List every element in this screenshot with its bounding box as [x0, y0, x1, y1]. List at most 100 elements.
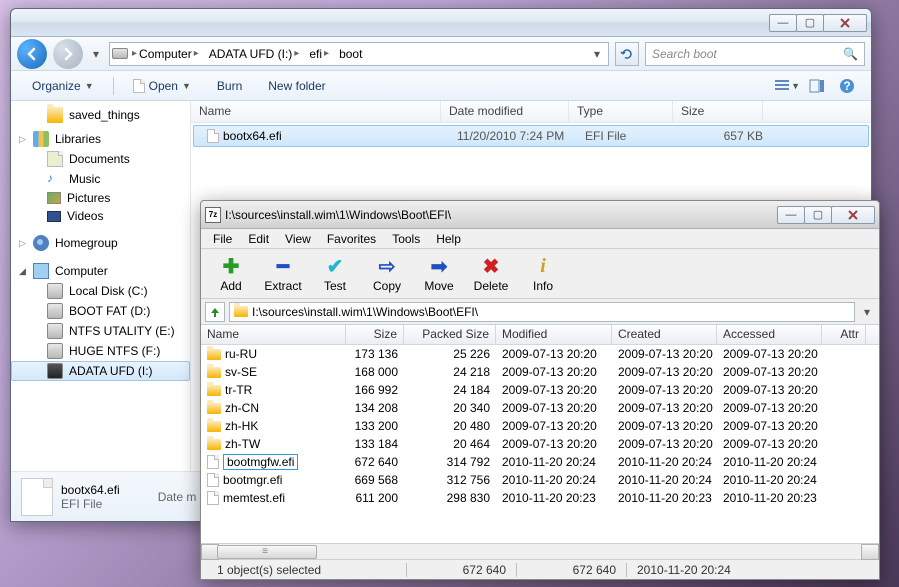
nav-item-music[interactable]: ♪Music — [11, 169, 190, 189]
row-modified: 2009-07-13 20:20 — [496, 436, 612, 452]
sevenzip-file-list[interactable]: Name Size Packed Size Modified Created A… — [201, 325, 879, 543]
sevenzip-row[interactable]: bootmgfw.efi672 640314 7922010-11-20 20:… — [201, 453, 879, 471]
sevenzip-row[interactable]: tr-TR166 99224 1842009-07-13 20:202009-0… — [201, 381, 879, 399]
back-button[interactable] — [17, 39, 47, 69]
help-button[interactable]: ? — [833, 75, 861, 97]
organize-button[interactable]: Organize ▼ — [21, 75, 105, 97]
breadcrumb-drive[interactable]: ADATA UFD (I:)▸ — [205, 45, 306, 63]
move-button[interactable]: ➡Move — [415, 254, 463, 293]
address-bar[interactable]: ▸Computer▸ ADATA UFD (I:)▸ efi▸ boot ▾ — [109, 42, 609, 66]
col-name[interactable]: Name — [201, 325, 346, 344]
row-size: 133 200 — [346, 418, 404, 434]
nav-history-dropdown[interactable]: ▾ — [89, 47, 103, 61]
row-created: 2009-07-13 20:20 — [612, 364, 717, 380]
menu-view[interactable]: View — [277, 230, 319, 248]
menu-tools[interactable]: Tools — [384, 230, 428, 248]
window-title: I:\sources\install.wim\1\Windows\Boot\EF… — [225, 208, 778, 222]
nav-item-drive-d[interactable]: BOOT FAT (D:) — [11, 301, 190, 321]
col-attr[interactable]: Attr — [822, 325, 866, 344]
nav-item-drive-f[interactable]: HUGE NTFS (F:) — [11, 341, 190, 361]
scrollbar-thumb[interactable] — [217, 545, 317, 559]
col-created[interactable]: Created — [612, 325, 717, 344]
nav-item-saved-things[interactable]: saved_things — [11, 105, 190, 125]
address-dropdown[interactable]: ▾ — [588, 47, 606, 61]
row-created: 2010-11-20 20:24 — [612, 454, 717, 470]
test-button[interactable]: ✔Test — [311, 254, 359, 293]
nav-item-pictures[interactable]: Pictures — [11, 189, 190, 207]
nav-item-drive-e[interactable]: NTFS UTALITY (E:) — [11, 321, 190, 341]
minimize-button[interactable]: — — [777, 206, 805, 224]
row-name: bootmgr.efi — [223, 473, 282, 487]
nav-item-homegroup[interactable]: Homegroup — [11, 233, 190, 253]
path-dropdown[interactable]: ▾ — [859, 305, 875, 319]
delete-button[interactable]: ✖Delete — [467, 254, 515, 293]
col-packed[interactable]: Packed Size — [404, 325, 496, 344]
drive-icon — [112, 48, 128, 59]
menu-favorites[interactable]: Favorites — [319, 230, 384, 248]
libraries-icon — [33, 131, 49, 147]
sevenzip-icon: 7z — [205, 207, 221, 223]
breadcrumb-computer[interactable]: ▸Computer▸ — [128, 45, 205, 63]
col-accessed[interactable]: Accessed — [717, 325, 822, 344]
nav-item-computer[interactable]: Computer — [11, 261, 190, 281]
breadcrumb-efi[interactable]: efi▸ — [305, 45, 335, 63]
up-button[interactable] — [205, 302, 225, 322]
path-text: I:\sources\install.wim\1\Windows\Boot\EF… — [252, 305, 478, 319]
nav-pane[interactable]: saved_things Libraries Documents ♪Music … — [11, 101, 191, 471]
add-button[interactable]: ✚Add — [207, 254, 255, 293]
sevenzip-row[interactable]: bootmgr.efi669 568312 7562010-11-20 20:2… — [201, 471, 879, 489]
open-button[interactable]: Open ▼ — [122, 75, 202, 97]
menu-edit[interactable]: Edit — [240, 230, 277, 248]
new-folder-button[interactable]: New folder — [257, 75, 336, 97]
col-date[interactable]: Date modified — [441, 101, 569, 122]
view-button[interactable]: ▼ — [773, 75, 801, 97]
sevenzip-titlebar[interactable]: 7z I:\sources\install.wim\1\Windows\Boot… — [201, 201, 879, 229]
row-accessed: 2009-07-13 20:20 — [717, 346, 822, 362]
nav-item-videos[interactable]: Videos — [11, 207, 190, 225]
status-date: 2010-11-20 20:24 — [627, 563, 741, 577]
sevenzip-path-input[interactable]: I:\sources\install.wim\1\Windows\Boot\EF… — [229, 302, 855, 322]
col-size[interactable]: Size — [346, 325, 404, 344]
explorer-titlebar[interactable]: — ▢ — [11, 9, 871, 37]
nav-item-libraries[interactable]: Libraries — [11, 129, 190, 149]
sevenzip-row[interactable]: zh-CN134 20820 3402009-07-13 20:202009-0… — [201, 399, 879, 417]
row-name: zh-TW — [225, 437, 260, 451]
breadcrumb-boot[interactable]: boot — [335, 45, 368, 63]
sevenzip-row[interactable]: memtest.efi611 200298 8302010-11-20 20:2… — [201, 489, 879, 507]
row-packed: 24 184 — [404, 382, 496, 398]
file-list[interactable]: bootx64.efi 11/20/2010 7:24 PM EFI File … — [191, 123, 871, 149]
close-button[interactable] — [831, 206, 875, 224]
drive-icon — [47, 303, 63, 319]
menu-help[interactable]: Help — [428, 230, 469, 248]
refresh-button[interactable] — [615, 42, 639, 66]
row-size: 168 000 — [346, 364, 404, 380]
sevenzip-row[interactable]: zh-HK133 20020 4802009-07-13 20:202009-0… — [201, 417, 879, 435]
minimize-button[interactable]: — — [769, 14, 797, 32]
search-input[interactable]: Search boot 🔍 — [645, 42, 865, 66]
extract-button[interactable]: ━Extract — [259, 254, 307, 293]
col-modified[interactable]: Modified — [496, 325, 612, 344]
nav-item-drive-i[interactable]: ADATA UFD (I:) — [11, 361, 190, 381]
copy-button[interactable]: ⇨Copy — [363, 254, 411, 293]
forward-button[interactable] — [53, 39, 83, 69]
preview-pane-button[interactable] — [803, 75, 831, 97]
maximize-button[interactable]: ▢ — [796, 14, 824, 32]
sevenzip-window: 7z I:\sources\install.wim\1\Windows\Boot… — [200, 200, 880, 580]
sevenzip-row[interactable]: zh-TW133 18420 4642009-07-13 20:202009-0… — [201, 435, 879, 453]
burn-button[interactable]: Burn — [206, 75, 253, 97]
sevenzip-row[interactable]: ru-RU173 13625 2262009-07-13 20:202009-0… — [201, 345, 879, 363]
nav-item-drive-c[interactable]: Local Disk (C:) — [11, 281, 190, 301]
maximize-button[interactable]: ▢ — [804, 206, 832, 224]
file-row[interactable]: bootx64.efi 11/20/2010 7:24 PM EFI File … — [193, 125, 869, 147]
horizontal-scrollbar[interactable] — [201, 543, 879, 559]
close-button[interactable] — [823, 14, 867, 32]
col-size[interactable]: Size — [673, 101, 763, 122]
menu-file[interactable]: File — [205, 230, 240, 248]
breadcrumb-label: Computer — [139, 47, 192, 61]
sevenzip-row[interactable]: sv-SE168 00024 2182009-07-13 20:202009-0… — [201, 363, 879, 381]
info-button[interactable]: iInfo — [519, 254, 567, 293]
col-name[interactable]: Name — [191, 101, 441, 122]
nav-item-documents[interactable]: Documents — [11, 149, 190, 169]
col-type[interactable]: Type — [569, 101, 673, 122]
row-packed: 314 792 — [404, 454, 496, 470]
